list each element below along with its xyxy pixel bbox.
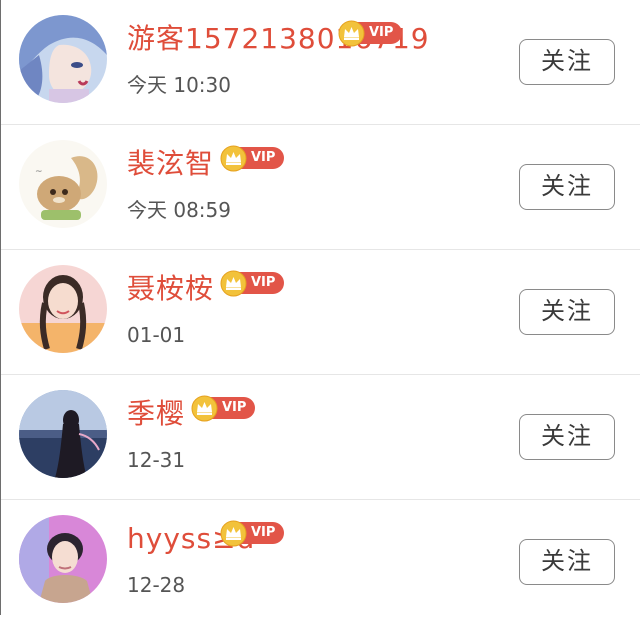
follow-button[interactable]: 关注	[519, 414, 615, 460]
username[interactable]: 季樱	[127, 394, 185, 434]
vip-label: VIP	[251, 275, 276, 290]
list-item[interactable]: 季樱 VIP 12-31 关注	[1, 375, 640, 500]
vip-label: VIP	[369, 25, 394, 40]
username[interactable]: 聂桉桉	[127, 269, 214, 309]
avatar[interactable]	[19, 515, 107, 603]
crown-icon	[191, 395, 218, 422]
vip-badge: VIP	[220, 145, 285, 172]
list-item[interactable]: 聂桉桉 VIP 01-01 关注	[1, 250, 640, 375]
username[interactable]: 裴泫智	[127, 144, 214, 184]
crown-icon	[338, 20, 365, 47]
visit-time: 12-28	[127, 573, 186, 597]
vip-badge: VIP	[220, 520, 285, 547]
user-list: 游客1572138016719 VIP 今天 10:30 关注 ~ 裴泫智 VI…	[0, 0, 640, 615]
vip-badge: VIP	[220, 270, 285, 297]
vip-label: VIP	[251, 150, 276, 165]
follow-button[interactable]: 关注	[519, 164, 615, 210]
vip-label: VIP	[222, 400, 247, 415]
list-item[interactable]: ~ 裴泫智 VIP 今天 08:59 关注	[1, 125, 640, 250]
cartoon-squirrel-avatar-icon: ~	[19, 140, 107, 228]
crown-icon	[220, 520, 247, 547]
crown-icon	[220, 270, 247, 297]
boy-pink-background-avatar-icon	[19, 515, 107, 603]
follow-button[interactable]: 关注	[519, 39, 615, 85]
vip-label: VIP	[251, 525, 276, 540]
visit-time: 今天 10:30	[127, 73, 231, 97]
follow-button[interactable]: 关注	[519, 289, 615, 335]
visit-time: 12-31	[127, 448, 186, 472]
crown-icon	[220, 145, 247, 172]
list-item[interactable]: 游客1572138016719 VIP 今天 10:30 关注	[1, 0, 640, 125]
blue-hair-anime-avatar-icon	[19, 15, 107, 103]
girl-braids-avatar-icon	[19, 265, 107, 353]
vip-badge: VIP	[338, 20, 403, 47]
avatar[interactable]	[19, 15, 107, 103]
avatar[interactable]: ~	[19, 140, 107, 228]
follow-button[interactable]: 关注	[519, 539, 615, 585]
avatar[interactable]	[19, 265, 107, 353]
svg-text:~: ~	[35, 167, 43, 177]
visit-time: 01-01	[127, 323, 186, 347]
vip-badge: VIP	[191, 395, 256, 422]
visit-time: 今天 08:59	[127, 198, 231, 222]
girl-city-night-avatar-icon	[19, 390, 107, 478]
list-item[interactable]: hyyss≥d VIP 12-28 关注	[1, 500, 640, 625]
avatar[interactable]	[19, 390, 107, 478]
